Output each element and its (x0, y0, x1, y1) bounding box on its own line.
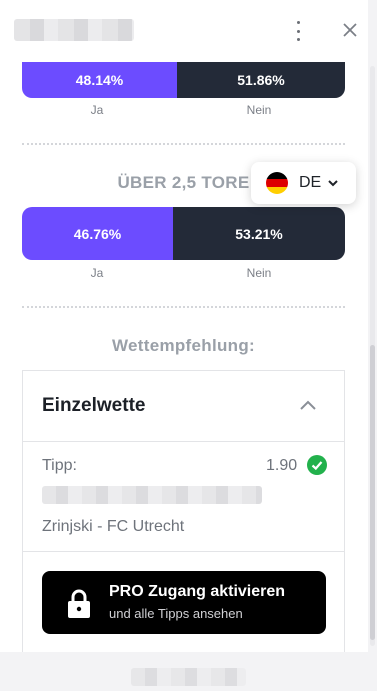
pro-button-title: PRO Zugang aktivieren (109, 583, 286, 600)
bet-card-header[interactable]: Einzelwette (23, 371, 344, 442)
blurred-tip-text (42, 486, 262, 504)
blurred-footer-text (131, 668, 246, 686)
divider (22, 143, 345, 145)
close-icon[interactable] (340, 20, 360, 40)
probability-bar-2: 46.76% 53.21% (22, 207, 345, 260)
no-percentage: 51.86% (237, 72, 285, 88)
card-divider (23, 551, 344, 552)
tip-label: Tipp: (42, 457, 77, 474)
yes-percentage: 48.14% (75, 72, 124, 88)
header-bar (0, 0, 368, 60)
chevron-up-icon[interactable] (299, 399, 317, 411)
no-label: Nein (246, 103, 272, 117)
no-label: Nein (246, 266, 272, 280)
pro-button-subtitle: und alle Tipps ansehen (109, 606, 243, 621)
yes-label: Ja (90, 266, 104, 280)
divider (22, 306, 345, 308)
scrollbar-thumb[interactable] (370, 345, 375, 640)
bet-card: Einzelwette Tipp: 1.90 Zrinjski - FC Utr… (22, 370, 345, 652)
recommendation-heading: Wettempfehlung: (111, 336, 255, 355)
yes-segment: 48.14% (22, 62, 177, 98)
no-segment: 51.86% (177, 62, 345, 98)
language-code: DE (299, 174, 322, 191)
yes-label: Ja (90, 103, 104, 117)
widget-panel: 48.14% 51.86% Ja Nein ÜBER 2,5 TORE 46.7… (0, 0, 368, 652)
more-options-icon[interactable] (290, 19, 306, 43)
odds-value: 1.90 (266, 457, 298, 474)
pro-access-button[interactable]: PRO Zugang aktivieren und alle Tipps ans… (42, 571, 326, 634)
check-circle-icon (307, 455, 327, 475)
no-segment: 53.21% (173, 207, 345, 260)
no-percentage: 53.21% (235, 225, 283, 242)
lock-icon (68, 589, 90, 618)
bet-type-title: Einzelwette (42, 395, 146, 416)
blurred-title (14, 19, 134, 41)
chevron-down-icon (328, 180, 338, 187)
language-selector[interactable]: DE (251, 162, 356, 204)
germany-flag-icon (266, 172, 288, 194)
match-name: Zrinjski - FC Utrecht (42, 518, 185, 535)
probability-bar-1: 48.14% 51.86% (22, 62, 345, 98)
yes-percentage: 46.76% (73, 225, 122, 242)
yes-segment: 46.76% (22, 207, 173, 260)
